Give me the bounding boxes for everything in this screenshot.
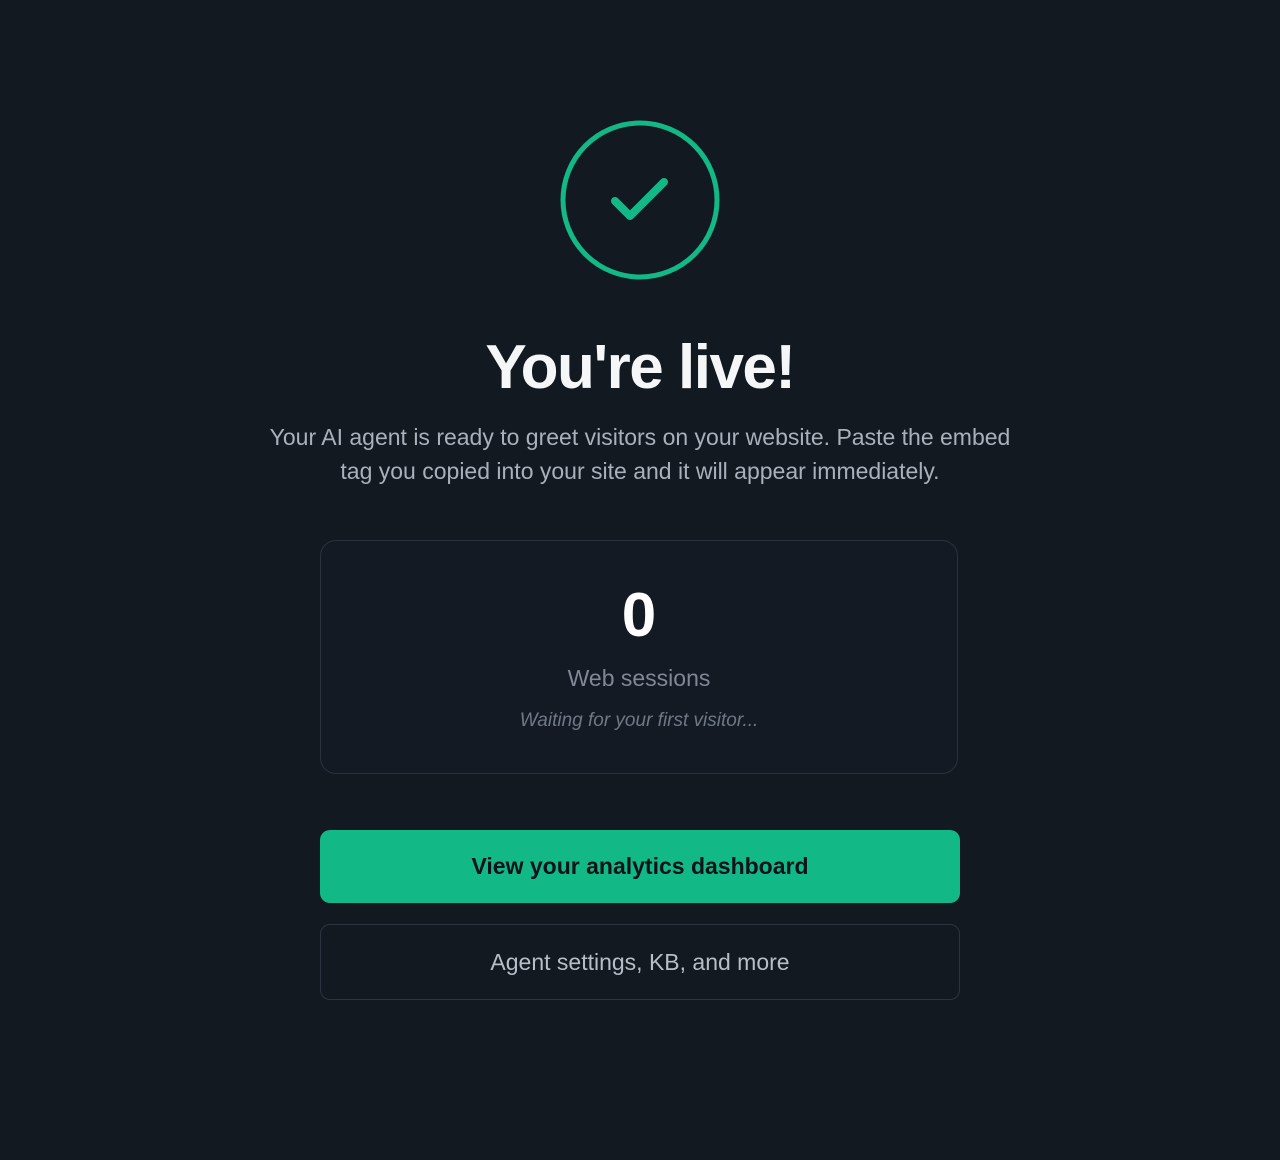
page-subtitle: Your AI agent is ready to greet visitors…	[269, 424, 1011, 484]
waiting-note: Waiting for your first visitor...	[519, 710, 759, 731]
web-sessions-count: 0	[621, 581, 657, 650]
web-sessions-label: Web sessions	[567, 665, 711, 691]
web-sessions-card: 0 Web sessions Waiting for your first vi…	[320, 540, 958, 774]
page-title: You're live!	[485, 333, 796, 402]
view-analytics-button[interactable]: View your analytics dashboard	[320, 830, 960, 903]
agent-settings-button[interactable]: Agent settings, KB, and more	[320, 924, 960, 1000]
success-page: You're live! Your AI agent is ready to g…	[0, 0, 1280, 1160]
check-circle-icon	[560, 120, 720, 280]
